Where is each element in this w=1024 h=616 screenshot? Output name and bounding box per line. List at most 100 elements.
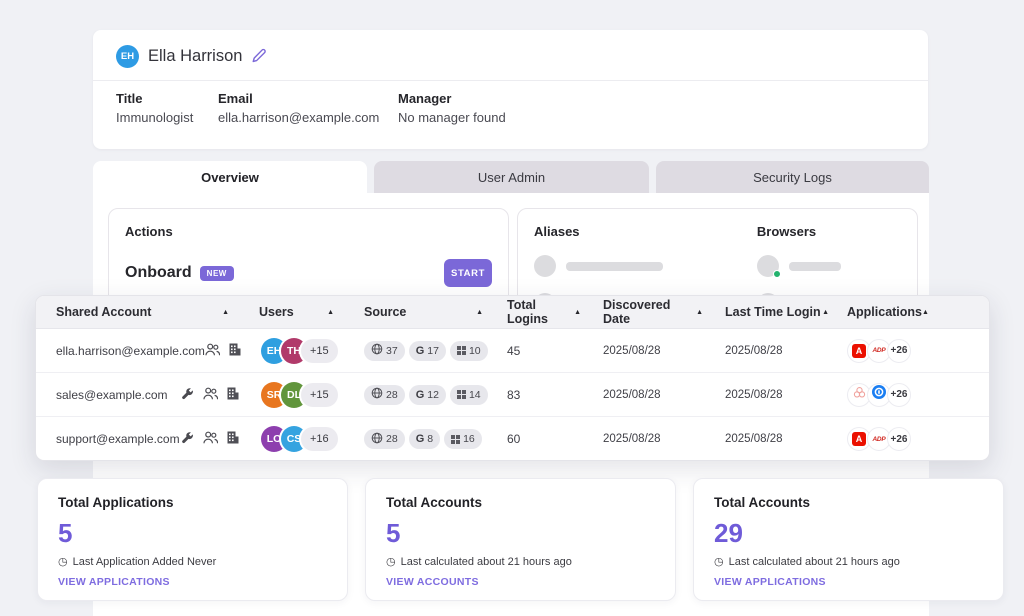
total-logins-value: 60 bbox=[507, 432, 603, 446]
users-action-button[interactable] bbox=[205, 343, 220, 359]
organization-action-button[interactable] bbox=[227, 387, 239, 403]
building-icon bbox=[227, 431, 239, 447]
google-g-icon: G bbox=[416, 433, 425, 445]
sort-asc-icon: ▲ bbox=[327, 309, 334, 316]
source-badge-microsoft: 16 bbox=[444, 429, 482, 449]
total-accounts-card: Total Accounts 5 ◷ Last calculated about… bbox=[365, 478, 676, 601]
microsoft-icon bbox=[451, 435, 460, 444]
card-note: Last calculated about 21 hours ago bbox=[729, 556, 900, 568]
view-accounts-link[interactable]: VIEW ACCOUNTS bbox=[386, 576, 479, 588]
view-applications-link[interactable]: VIEW APPLICATIONS bbox=[714, 576, 826, 588]
more-users-pill[interactable]: +16 bbox=[301, 427, 338, 451]
column-header-users[interactable]: Users▲ bbox=[241, 305, 364, 319]
aliases-title: Aliases bbox=[534, 224, 757, 239]
organization-action-button[interactable] bbox=[229, 343, 241, 359]
clock-icon: ◷ bbox=[58, 555, 68, 568]
source-badge-microsoft: 14 bbox=[450, 385, 488, 405]
column-header-discovered-date[interactable]: Discovered Date▲ bbox=[603, 298, 725, 326]
users-action-button[interactable] bbox=[203, 387, 218, 403]
airtable-icon bbox=[853, 386, 866, 404]
shared-account-email: sales@example.com bbox=[56, 388, 168, 402]
total-logins-value: 83 bbox=[507, 388, 603, 402]
shared-account-email: support@example.com bbox=[56, 432, 180, 446]
more-users-pill[interactable]: +15 bbox=[301, 383, 338, 407]
avatar: EH bbox=[116, 45, 139, 68]
browsers-title: Browsers bbox=[757, 224, 901, 239]
field-label: Title bbox=[116, 89, 218, 110]
card-title: Total Applications bbox=[58, 495, 327, 510]
field-label: Email bbox=[218, 89, 398, 110]
source-badge-web: 37 bbox=[364, 341, 405, 361]
source-badge-google: G 8 bbox=[409, 429, 440, 449]
google-g-icon: G bbox=[416, 389, 425, 401]
wrench-icon bbox=[181, 431, 194, 447]
column-header-source[interactable]: Source▲ bbox=[364, 305, 507, 319]
table-row[interactable]: sales@example.com SR DL +15 bbox=[36, 373, 989, 417]
last-time-login-value: 2025/08/28 bbox=[725, 433, 847, 445]
sort-asc-icon: ▲ bbox=[922, 309, 929, 316]
wrench-icon bbox=[181, 387, 194, 403]
tab-user-admin[interactable]: User Admin bbox=[374, 161, 649, 193]
globe-icon bbox=[371, 387, 383, 402]
clock-icon: ◷ bbox=[714, 555, 724, 568]
card-value: 29 bbox=[714, 520, 983, 546]
more-users-pill[interactable]: +15 bbox=[301, 339, 338, 363]
users-action-button[interactable] bbox=[203, 431, 218, 447]
tools-action-button[interactable] bbox=[181, 387, 194, 403]
card-note: Last Application Added Never bbox=[73, 556, 217, 568]
field-manager: Manager No manager found bbox=[398, 89, 506, 125]
discovered-date-value: 2025/08/28 bbox=[603, 345, 725, 357]
building-icon bbox=[227, 387, 239, 403]
users-icon bbox=[205, 343, 220, 359]
onepassword-icon bbox=[872, 385, 886, 404]
field-value: ella.harrison@example.com bbox=[218, 110, 398, 125]
new-badge: NEW bbox=[200, 266, 234, 281]
last-time-login-value: 2025/08/28 bbox=[725, 389, 847, 401]
start-onboard-button[interactable]: START bbox=[444, 259, 492, 287]
adobe-icon: A bbox=[852, 344, 866, 358]
organization-action-button[interactable] bbox=[227, 431, 239, 447]
adp-icon: ADP bbox=[872, 347, 885, 354]
microsoft-icon bbox=[457, 346, 466, 355]
view-applications-link[interactable]: VIEW APPLICATIONS bbox=[58, 576, 170, 588]
sort-asc-icon: ▲ bbox=[822, 309, 829, 316]
table-row[interactable]: ella.harrison@example.com EH TH +15 bbox=[36, 329, 989, 373]
field-value: Immunologist bbox=[116, 110, 218, 125]
tab-overview[interactable]: Overview bbox=[93, 161, 367, 193]
browser-skeleton-row bbox=[757, 255, 901, 277]
field-email: Email ella.harrison@example.com bbox=[218, 89, 398, 125]
column-header-shared-account[interactable]: Shared Account▲ bbox=[56, 305, 241, 319]
sort-asc-icon: ▲ bbox=[476, 309, 483, 316]
clock-icon: ◷ bbox=[386, 555, 396, 568]
sort-asc-icon: ▲ bbox=[574, 309, 581, 316]
globe-icon bbox=[371, 343, 383, 358]
card-title: Total Accounts bbox=[386, 495, 655, 510]
users-icon bbox=[203, 431, 218, 447]
discovered-date-value: 2025/08/28 bbox=[603, 433, 725, 445]
column-header-last-time-login[interactable]: Last Time Login▲ bbox=[725, 305, 847, 319]
table-row[interactable]: support@example.com LO CS +16 bbox=[36, 417, 989, 461]
edit-name-button[interactable] bbox=[251, 48, 266, 66]
adobe-icon: A bbox=[852, 432, 866, 446]
sort-asc-icon: ▲ bbox=[696, 309, 703, 316]
building-icon bbox=[229, 343, 241, 359]
shared-accounts-table: Shared Account▲ Users▲ Source▲ Total Log… bbox=[35, 295, 990, 461]
total-applications-card: Total Applications 5 ◷ Last Application … bbox=[37, 478, 348, 601]
user-profile-page: EH Ella Harrison Title Immunologist Emai… bbox=[0, 0, 1024, 616]
source-badge-google: G 12 bbox=[409, 385, 446, 405]
more-apps-pill[interactable]: +26 bbox=[887, 383, 911, 407]
tools-action-button[interactable] bbox=[181, 431, 194, 447]
globe-icon bbox=[371, 432, 383, 447]
field-label: Manager bbox=[398, 89, 506, 110]
google-g-icon: G bbox=[416, 345, 425, 357]
column-header-applications[interactable]: Applications▲ bbox=[847, 305, 969, 319]
card-title: Total Accounts bbox=[714, 495, 983, 510]
source-badge-web: 28 bbox=[364, 385, 405, 405]
microsoft-icon bbox=[457, 390, 466, 399]
tab-security-logs[interactable]: Security Logs bbox=[656, 161, 929, 193]
column-header-total-logins[interactable]: Total Logins▲ bbox=[507, 298, 603, 326]
page-title: Ella Harrison bbox=[148, 47, 242, 66]
more-apps-pill[interactable]: +26 bbox=[887, 427, 911, 451]
adp-icon: ADP bbox=[872, 436, 885, 443]
more-apps-pill[interactable]: +26 bbox=[887, 339, 911, 363]
